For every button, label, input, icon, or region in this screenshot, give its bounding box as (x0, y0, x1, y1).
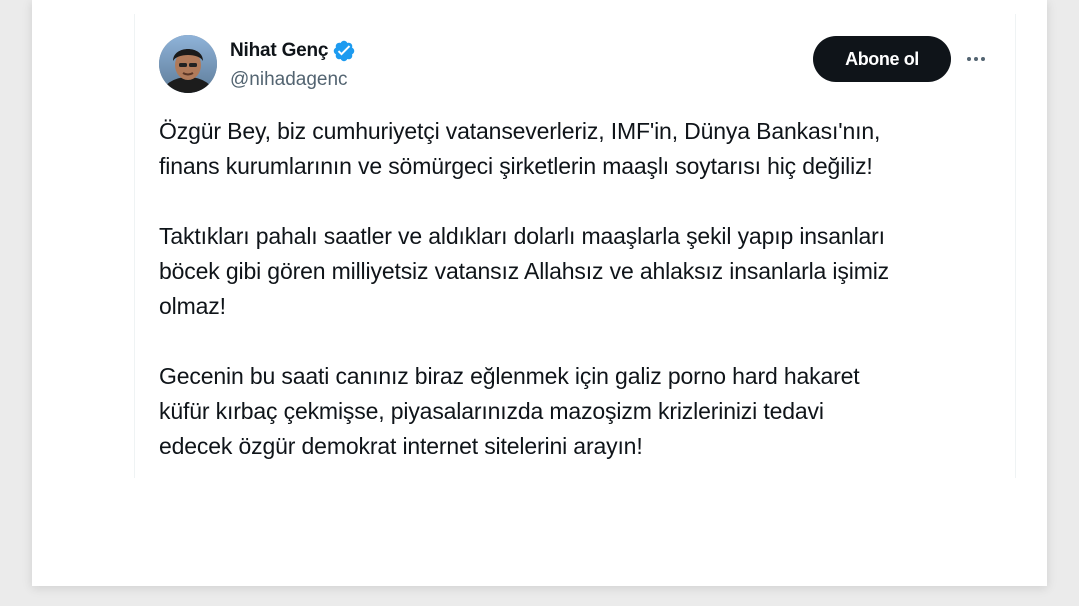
author-name[interactable]: Nihat Genç (230, 40, 329, 62)
tweet-paragraph: Özgür Bey, biz cumhuriyetçi vatanseverle… (159, 114, 999, 184)
tweet-paragraph: Gecenin bu saati canınız biraz eğlenmek … (159, 359, 999, 464)
author-name-row[interactable]: Nihat Genç (230, 38, 356, 64)
tweet-line: olmaz! (159, 293, 226, 319)
tweet-line: Özgür Bey, biz cumhuriyetçi vatanseverle… (159, 118, 881, 144)
avatar[interactable] (159, 35, 217, 93)
follow-button[interactable]: Abone ol (813, 36, 951, 82)
tweet-card[interactable]: Nihat Genç @nihadagenc Abone ol Özgür Be… (134, 14, 1016, 478)
tweet-line: küfür kırbaç çekmişse, piyasalarınızda m… (159, 398, 824, 424)
tweet-text: Özgür Bey, biz cumhuriyetçi vatanseverle… (159, 114, 999, 464)
tweet-paragraph: Taktıkları pahalı saatler ve aldıkları d… (159, 219, 999, 324)
tweet-line: Gecenin bu saati canınız biraz eğlenmek … (159, 363, 860, 389)
tweet-line: böcek gibi gören milliyetsiz vatansız Al… (159, 258, 890, 284)
verified-badge-icon (332, 39, 356, 63)
more-options-button[interactable] (961, 44, 991, 74)
tweet-line: finans kurumlarının ve sömürgeci şirketl… (159, 153, 873, 179)
avatar-image (159, 35, 217, 93)
tweet-line: edecek özgür demokrat internet sitelerin… (159, 433, 643, 459)
tweet-line: Taktıkları pahalı saatler ve aldıkları d… (159, 223, 885, 249)
author-handle[interactable]: @nihadagenc (230, 69, 348, 91)
page-card: Nihat Genç @nihadagenc Abone ol Özgür Be… (32, 0, 1047, 586)
more-horizontal-icon (967, 57, 985, 61)
